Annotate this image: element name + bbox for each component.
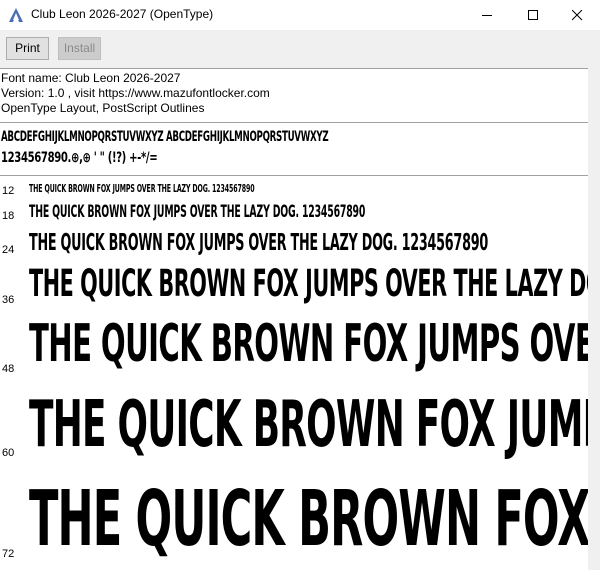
size-label: 36 [2,294,15,306]
install-button[interactable]: Install [58,37,101,60]
sample-text: THE QUICK BROWN FOX JUMPS OVER THE LAZY … [29,202,366,222]
size-label: 18 [2,210,15,222]
sample-row-18: 18 THE QUICK BROWN FOX JUMPS OVER THE LA… [0,200,588,224]
separator [0,122,588,123]
font-name-line: Font name: Club Leon 2026-2027 [1,71,181,85]
sample-text: THE QUICK BROWN FOX JUMPS OVER THE LAZY … [29,475,588,564]
size-label: 72 [2,548,15,560]
font-type-line: OpenType Layout, PostScript Outlines [1,101,205,115]
sample-row-60: 60 THE QUICK BROWN FOX JUMPS OVER THE LA… [0,387,588,467]
sample-text: THE QUICK BROWN FOX JUMPS OVER THE LAZY … [29,388,588,462]
close-button[interactable] [554,0,600,30]
sample-text: THE QUICK BROWN FOX JUMPS OVER THE LAZY … [29,262,588,305]
minimize-icon [482,15,492,16]
title-bar[interactable]: Club Leon 2026-2027 (OpenType) [0,0,600,30]
sample-text: THE QUICK BROWN FOX JUMPS OVER THE LAZY … [29,182,255,195]
font-viewer-icon [8,7,24,23]
sample-row-72: 72 THE QUICK BROWN FOX JUMPS OVER THE LA… [0,473,588,571]
sample-row-12: 12 THE QUICK BROWN FOX JUMPS OVER THE LA… [0,179,588,199]
sample-text: THE QUICK BROWN FOX JUMPS OVER THE LAZY … [29,314,588,374]
window-title: Club Leon 2026-2027 (OpenType) [31,7,214,21]
minimize-button[interactable] [464,0,510,30]
charset-uppercase: ABCDEFGHIJKLMNOPQRSTUVWXYZ ABCDEFGHIJKLM… [1,129,329,145]
print-button[interactable]: Print [6,37,49,60]
maximize-icon [528,10,538,20]
sample-text: THE QUICK BROWN FOX JUMPS OVER THE LAZY … [29,230,488,256]
sample-row-24: 24 THE QUICK BROWN FOX JUMPS OVER THE LA… [0,226,588,260]
size-label: 12 [2,185,15,197]
vertical-scrollbar[interactable] [588,68,600,570]
charset-digits-symbols: 1234567890.⊕,⊕ ' " (!?) +-*/= [1,150,158,166]
close-icon [572,10,583,21]
maximize-button[interactable] [510,0,556,30]
size-label: 60 [2,447,15,459]
size-label: 48 [2,363,15,375]
sample-row-36: 36 THE QUICK BROWN FOX JUMPS OVER THE LA… [0,261,588,311]
separator [0,175,588,176]
toolbar: Print Install [0,30,600,68]
font-version-line: Version: 1.0 , visit https://www.mazufon… [1,86,270,100]
font-info: Font name: Club Leon 2026-2027 Version: … [1,71,270,116]
size-label: 24 [2,244,15,256]
font-preview-pane[interactable]: Font name: Club Leon 2026-2027 Version: … [0,68,588,571]
sample-row-48: 48 THE QUICK BROWN FOX JUMPS OVER THE LA… [0,314,588,384]
